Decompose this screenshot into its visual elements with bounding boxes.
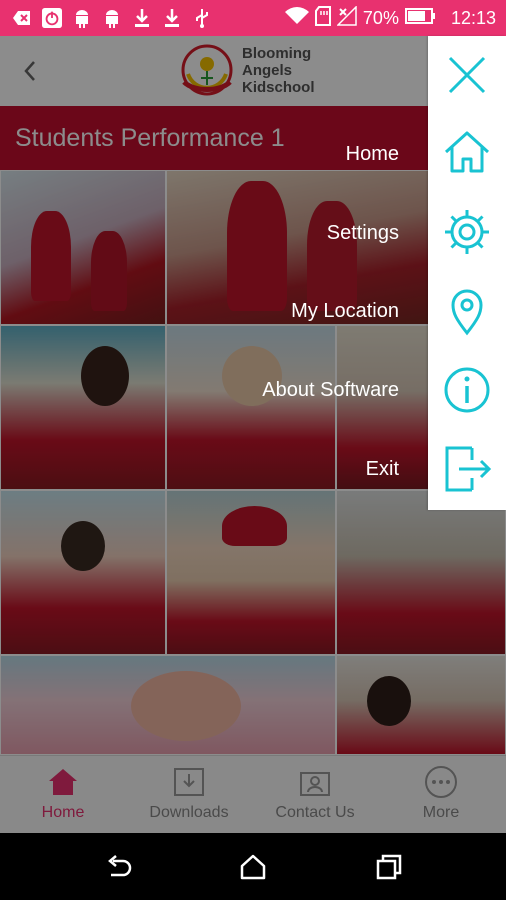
system-nav-bar xyxy=(0,833,506,900)
android-icon xyxy=(72,8,92,28)
back-icon[interactable] xyxy=(105,853,133,881)
location-pin-icon[interactable] xyxy=(442,286,492,336)
recents-icon[interactable] xyxy=(375,853,403,881)
wifi-icon xyxy=(284,6,309,30)
power-icon xyxy=(42,8,62,28)
side-menu-rail xyxy=(428,36,506,510)
clock: 12:13 xyxy=(450,7,496,28)
back-notification-icon xyxy=(12,8,32,28)
menu-item-my-location[interactable]: My Location xyxy=(291,300,399,323)
battery-percent: 70% xyxy=(362,7,399,28)
home-outline-icon[interactable] xyxy=(239,853,267,881)
menu-item-home[interactable]: Home xyxy=(346,143,399,166)
no-signal-icon xyxy=(336,4,357,31)
menu-item-about-software[interactable]: About Software xyxy=(262,379,399,402)
android-icon xyxy=(102,8,122,28)
menu-item-exit[interactable]: Exit xyxy=(366,458,399,481)
usb-icon xyxy=(192,8,212,28)
gear-icon[interactable] xyxy=(442,207,492,257)
download-icon xyxy=(132,8,152,28)
home-icon[interactable] xyxy=(442,128,492,178)
status-bar: 70% 12:13 xyxy=(0,0,506,36)
battery-icon xyxy=(404,7,435,29)
sd-card-icon xyxy=(314,5,331,31)
download-icon xyxy=(162,8,182,28)
info-icon[interactable] xyxy=(442,365,492,415)
menu-item-settings[interactable]: Settings xyxy=(327,222,399,245)
close-icon[interactable] xyxy=(442,50,492,100)
exit-icon[interactable] xyxy=(442,444,492,494)
